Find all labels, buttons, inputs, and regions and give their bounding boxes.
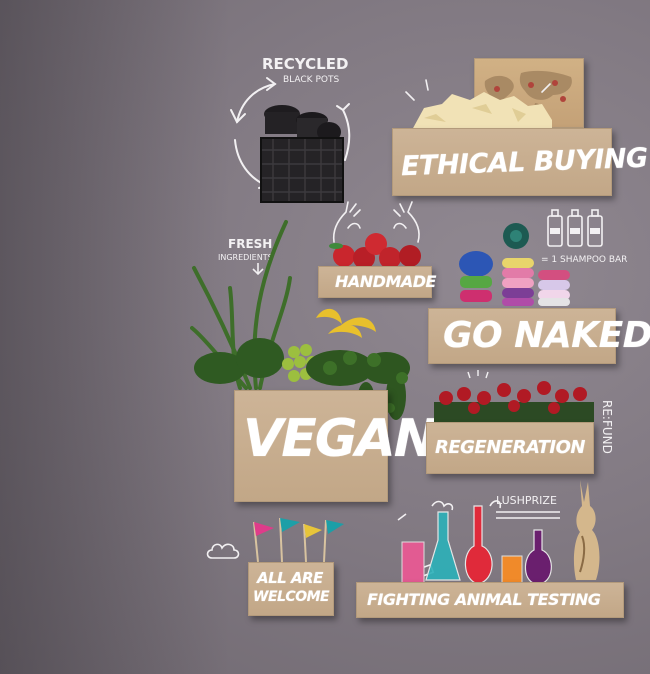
lush-values-scene: Recycled Black Pots [0, 0, 650, 674]
vegan-box: Vegan [234, 390, 437, 502]
shampoo-bar-equation: = 1 Shampoo Bar [541, 255, 628, 265]
welcome-label: Welcome [253, 589, 330, 605]
regeneration-box: Regeneration [426, 422, 594, 474]
lab-glassware [397, 500, 552, 585]
go-naked-box: Go Naked [428, 308, 650, 364]
all-are-welcome-box: All Are Welcome [248, 562, 334, 616]
all-are-label: All Are [257, 569, 323, 587]
vegan-label: Vegan [243, 409, 437, 469]
go-naked-label: Go Naked [443, 315, 650, 356]
shampoo-bottles-icon [547, 209, 603, 247]
ethical-buying-label: Ethical Buying [400, 142, 649, 183]
fighting-animal-testing-label: Fighting Animal Testing [367, 590, 601, 609]
red-flowers [434, 370, 594, 426]
regeneration-label: Regeneration [435, 437, 586, 458]
clouds-icon [206, 543, 240, 559]
fighting-animal-testing-box: Fighting Animal Testing [356, 582, 624, 618]
ethical-buying-box: Ethical Buying [392, 128, 648, 196]
black-pots-basket [257, 98, 347, 210]
bunting-flags [253, 517, 344, 563]
refund-label: Re:Fund [600, 400, 614, 454]
hare-figure [573, 480, 600, 580]
